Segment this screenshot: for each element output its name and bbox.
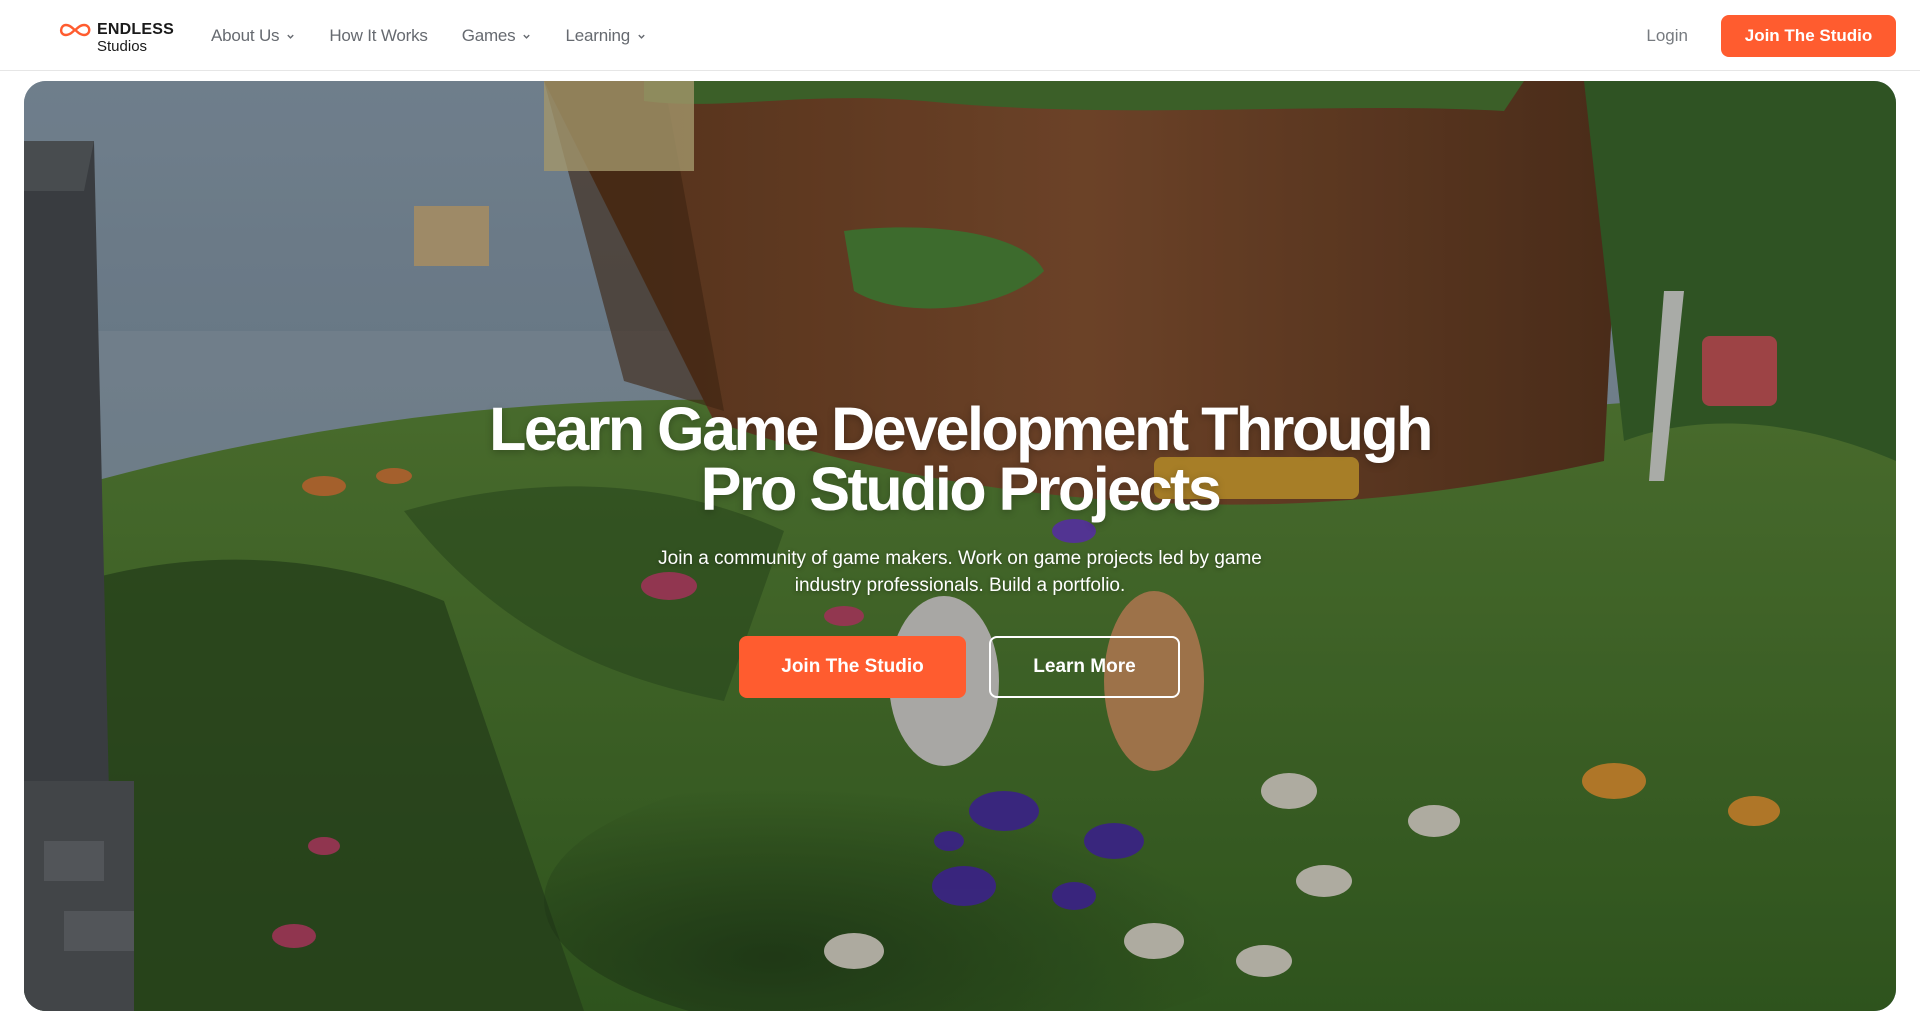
join-studio-hero-button[interactable]: Join The Studio <box>739 636 966 698</box>
menu-item-label: Learning <box>565 25 631 45</box>
menu-item-about-us[interactable]: About Us <box>211 26 295 46</box>
main-menu: About Us How It Works Games Learning <box>211 0 680 71</box>
chevron-down-icon <box>523 34 531 39</box>
logo-link[interactable]: ENDLESS Studios <box>57 20 177 56</box>
logo-text-studios: Studios <box>97 38 148 55</box>
hero-title: Learn Game Development Through Pro Studi… <box>489 395 1433 523</box>
chevron-down-icon <box>638 34 645 39</box>
chevron-down-icon <box>287 34 295 39</box>
menu-item-label: Games <box>461 25 516 45</box>
menu-item-label: How It Works <box>329 25 428 45</box>
infinity-icon <box>59 23 91 37</box>
login-link[interactable]: Login <box>1646 26 1688 46</box>
menu-item-learning[interactable]: Learning <box>565 26 646 46</box>
menu-item-games[interactable]: Games <box>462 26 532 46</box>
menu-item-label: About Us <box>211 25 280 45</box>
hero-section: Learn Game Development Through Pro Studi… <box>24 81 1896 1011</box>
learn-more-button[interactable]: Learn More <box>989 636 1180 698</box>
join-studio-nav-button[interactable]: Join The Studio <box>1721 15 1896 57</box>
logo-text-endless: ENDLESS <box>97 21 174 38</box>
hero-subtitle: Join a community of game makers. Work on… <box>658 548 1262 596</box>
menu-item-how-it-works[interactable]: How It Works <box>329 25 428 46</box>
top-navbar: ENDLESS Studios About Us How It Works Ga… <box>0 0 1920 71</box>
